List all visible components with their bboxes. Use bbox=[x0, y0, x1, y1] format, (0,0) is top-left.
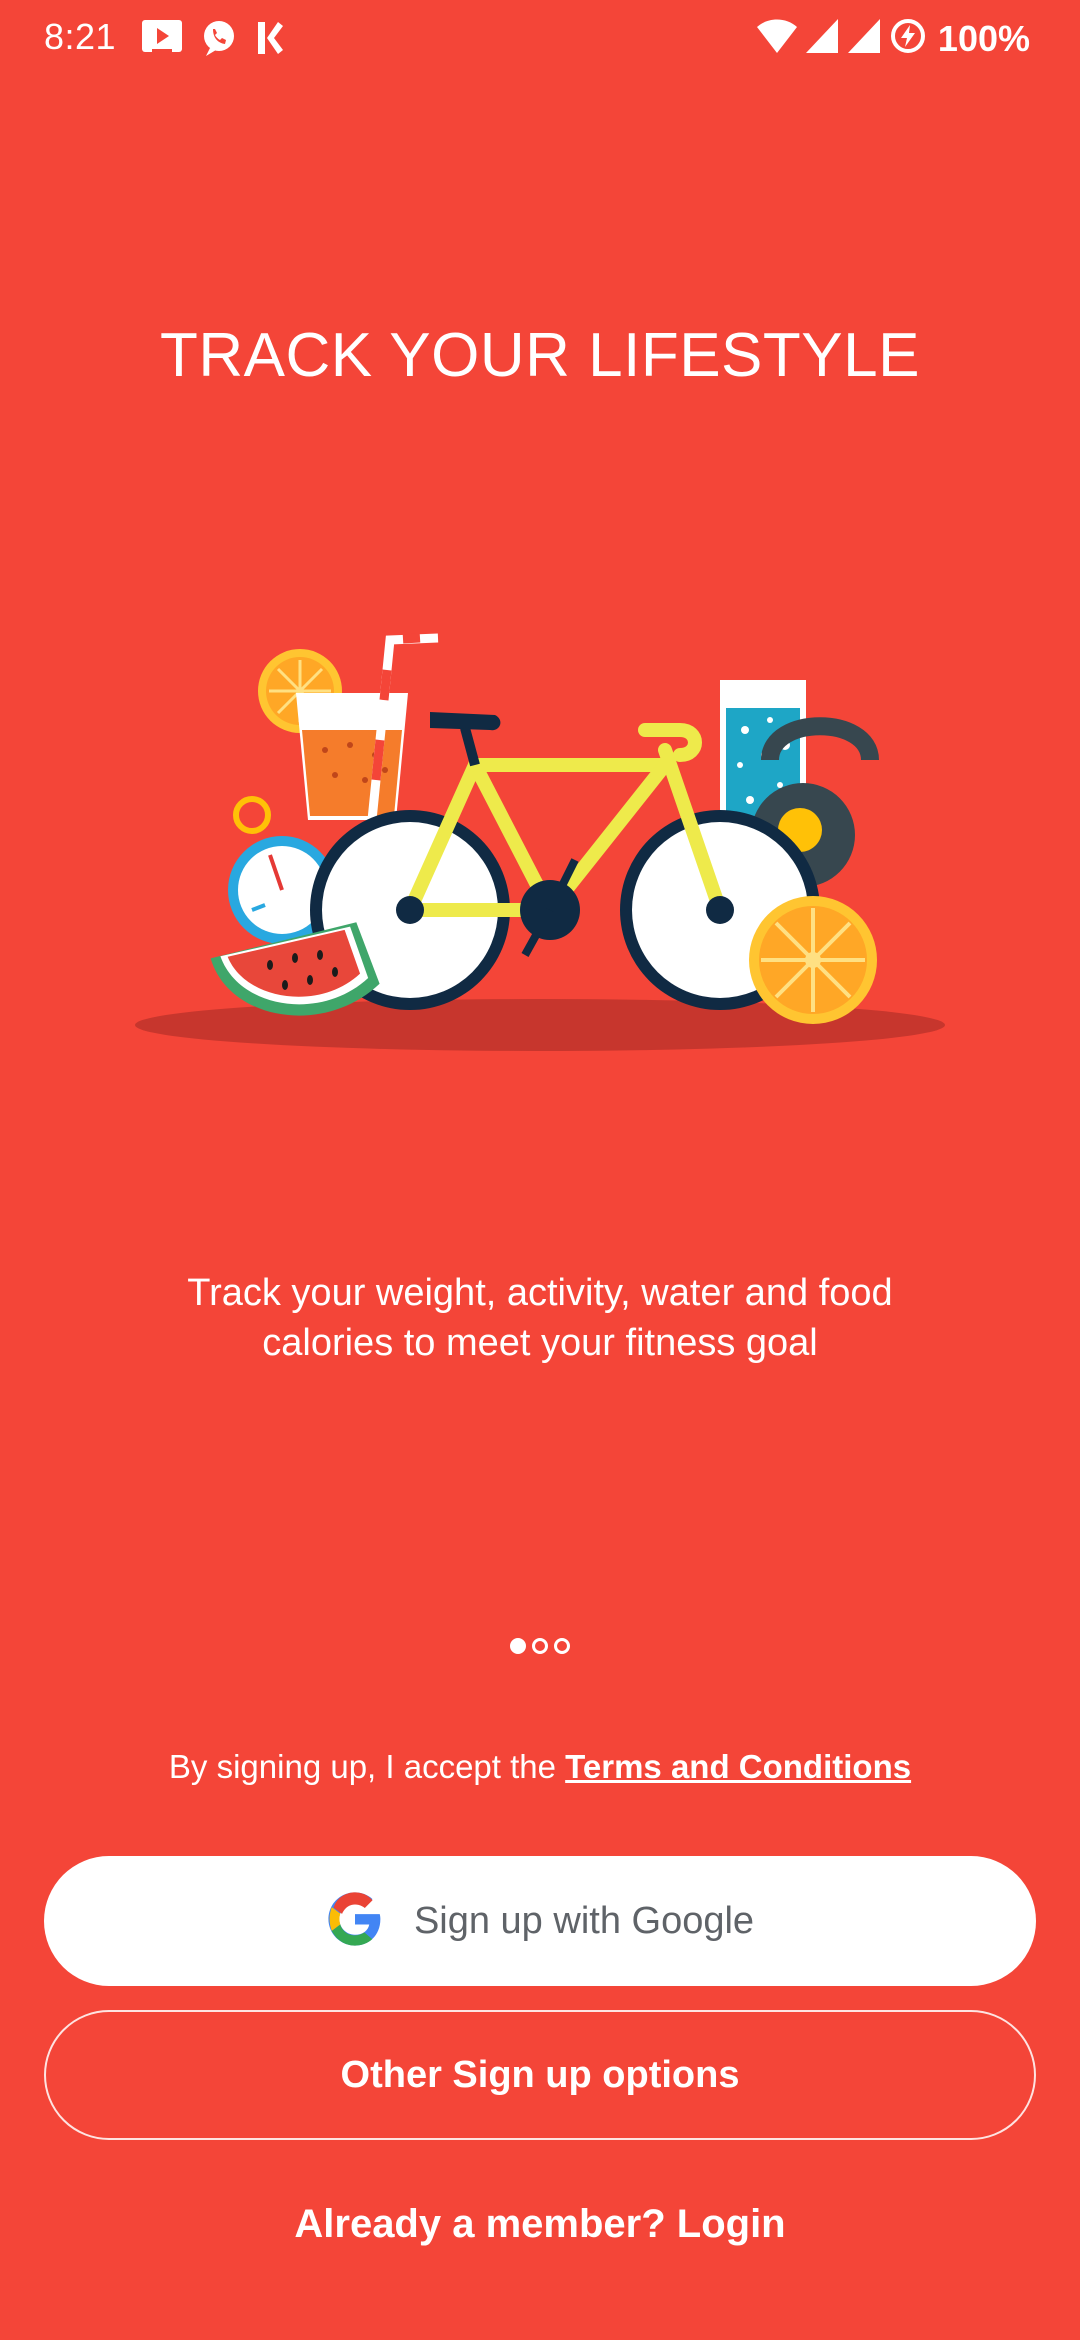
terms-prefix: By signing up, I accept the bbox=[168, 1748, 566, 1785]
lifestyle-illustration bbox=[120, 620, 960, 1060]
google-signup-button[interactable]: Sign up with Google bbox=[44, 1856, 1036, 1986]
status-time: 8:21 bbox=[44, 16, 117, 57]
orange-slice-icon bbox=[749, 896, 877, 1024]
login-link[interactable]: Login bbox=[677, 2202, 786, 2246]
wifi-icon bbox=[756, 17, 798, 60]
status-system-icons: 100% bbox=[756, 16, 1030, 61]
battery-percentage: 100% bbox=[937, 17, 1030, 59]
page-dot[interactable] bbox=[554, 1638, 570, 1654]
onboarding-title: TRACK YOUR LIFESTYLE bbox=[160, 321, 920, 390]
k-app-icon bbox=[254, 18, 284, 63]
onboarding-screen: 8:21 100% TRACK YOUR LIFESTYLE Track you… bbox=[0, 0, 1080, 2340]
signal-icon bbox=[846, 17, 882, 60]
member-prompt: Already a member? bbox=[294, 2202, 677, 2246]
tv-play-icon bbox=[140, 18, 184, 63]
page-dot[interactable] bbox=[532, 1638, 548, 1654]
phone-icon bbox=[202, 18, 236, 63]
terms-notice: By signing up, I accept the Terms and Co… bbox=[0, 1748, 1080, 1786]
signal-icon bbox=[804, 17, 840, 60]
onboarding-description: Track your weight, activity, water and f… bbox=[187, 1272, 893, 1364]
battery-saver-icon bbox=[888, 16, 928, 61]
status-bar: 8:21 100% bbox=[0, 0, 1080, 80]
page-indicator bbox=[0, 1638, 1080, 1654]
google-signup-label: Sign up with Google bbox=[413, 1899, 755, 1942]
page-dot-active[interactable] bbox=[510, 1638, 526, 1654]
terms-link[interactable]: Terms and Conditions bbox=[565, 1748, 911, 1785]
login-prompt: Already a member? Login bbox=[0, 2202, 1080, 2247]
other-signup-options-button[interactable]: Other Sign up options bbox=[44, 2010, 1036, 2140]
google-icon bbox=[326, 1890, 384, 1953]
status-notification-icons bbox=[140, 18, 284, 63]
